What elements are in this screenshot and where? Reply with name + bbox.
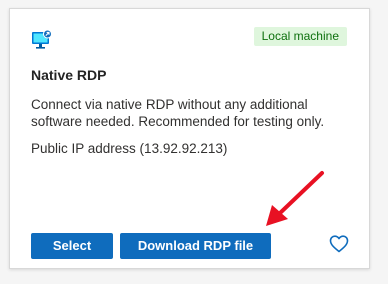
heart-icon[interactable] — [328, 233, 350, 255]
local-machine-badge: Local machine — [253, 27, 347, 46]
card-description: Connect via native RDP without any addit… — [31, 97, 325, 129]
card-title: Native RDP — [31, 67, 107, 83]
native-rdp-card: Local machine Native RDP Connect via nat… — [9, 8, 370, 269]
select-button[interactable]: Select — [31, 233, 113, 259]
remote-desktop-icon — [31, 29, 53, 51]
download-rdp-file-button[interactable]: Download RDP file — [120, 233, 271, 259]
public-ip-address: Public IP address (13.92.92.213) — [31, 141, 228, 156]
